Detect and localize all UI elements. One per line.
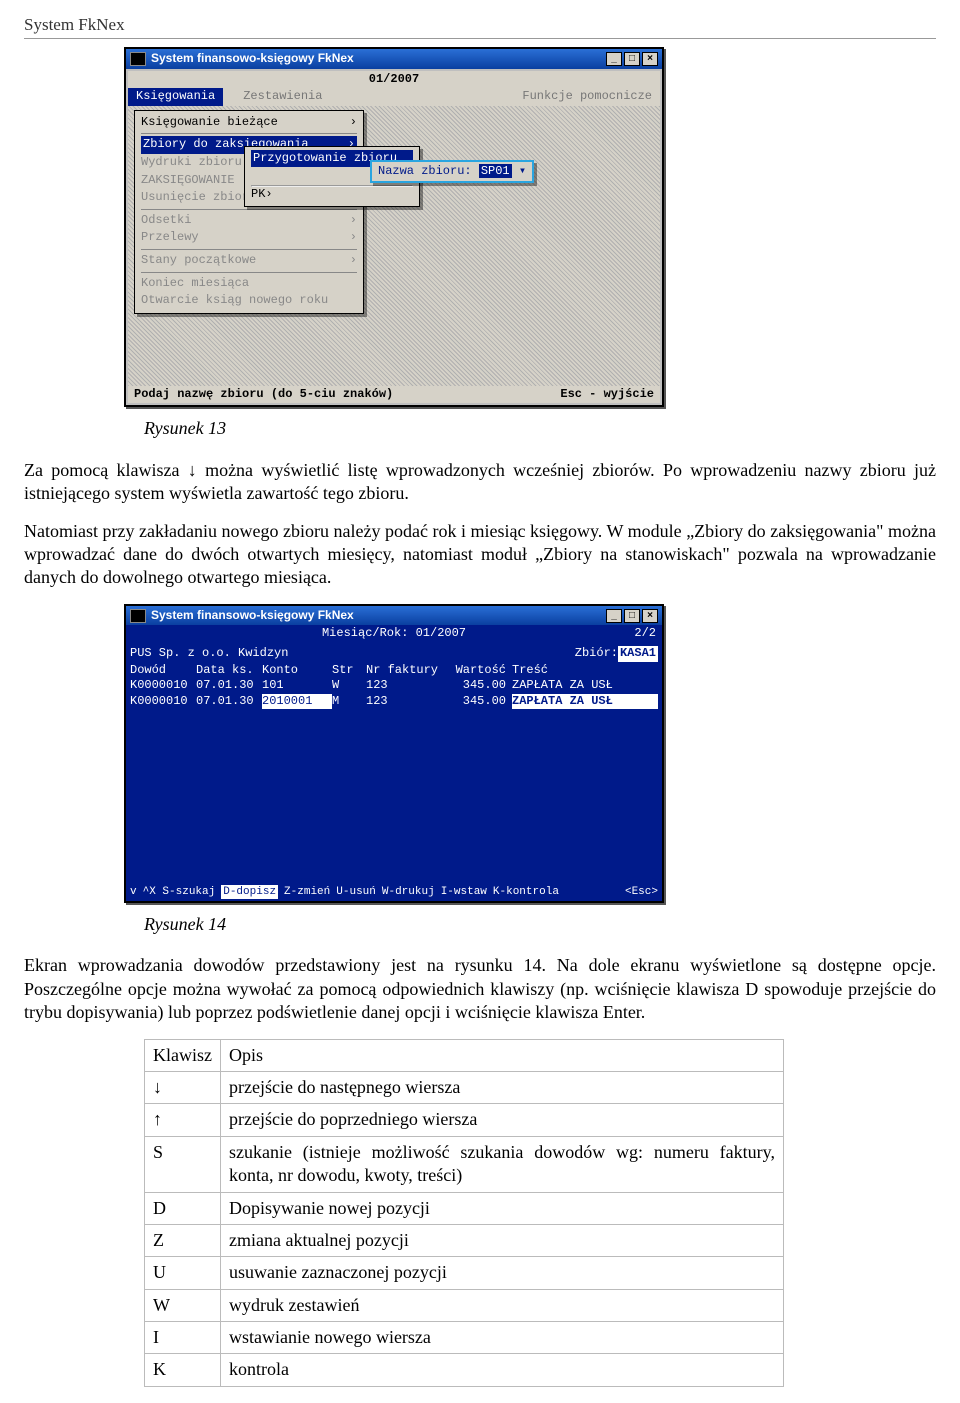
- status-right: Esc - wyjście: [560, 387, 654, 403]
- header-bar-2: Miesiąc/Rok: 01/2007 2/2: [126, 625, 662, 643]
- titlebar-1: System finansowo-księgowy FkNex _ □ ×: [126, 49, 662, 69]
- footer-opt[interactable]: U-usuń: [336, 885, 376, 899]
- menu-ksiegowania[interactable]: Księgowania: [128, 88, 223, 106]
- paragraph-3: Ekran wprowadzania dowodów przedstawiony…: [24, 954, 936, 1024]
- page-indicator: 2/2: [634, 626, 656, 642]
- table-row: Kkontrola: [145, 1354, 784, 1386]
- titlebar-2: System finansowo-księgowy FkNex _ □ ×: [126, 606, 662, 626]
- table-row[interactable]: K0000010 07.01.30 101 W 123 345.00 ZAPŁA…: [130, 678, 658, 694]
- period-bar: 01/2007: [128, 71, 660, 89]
- cmd-icon: [130, 52, 146, 66]
- table-row: Sszukanie (istnieje możliwość szukania d…: [145, 1136, 784, 1192]
- th-key: Klawisz: [145, 1039, 221, 1071]
- dos-menubar: Księgowania Zestawienia Funkcje pomocnic…: [128, 88, 660, 106]
- menu-item-dim: Wydruki zbioru: [141, 155, 242, 171]
- table-row: ↑przejście do poprzedniego wiersza: [145, 1104, 784, 1136]
- footer-opt[interactable]: K-kontrola: [493, 885, 559, 899]
- cmd-icon: [130, 609, 146, 623]
- menu-item[interactable]: Księgowanie bieżące: [141, 115, 278, 131]
- menu-item[interactable]: Stany początkowe: [141, 253, 256, 269]
- window-title-1: System finansowo-księgowy FkNex: [151, 51, 606, 67]
- zbior-input-popup: Nazwa zbioru: SP01 ▾: [370, 160, 534, 184]
- figure-14: System finansowo-księgowy FkNex _ □ × Mi…: [124, 604, 936, 903]
- main-menu-panel: Księgowanie bieżące› Zbiory do zaksięgow…: [134, 110, 364, 314]
- zbior-name-input[interactable]: SP01: [479, 164, 512, 178]
- period-label: Miesiąc/Rok: 01/2007: [322, 626, 466, 642]
- dropdown-icon[interactable]: ▾: [519, 164, 526, 178]
- footer-options: v ^X S-szukaj D-dopisz Z-zmień U-usuń W-…: [130, 885, 658, 899]
- table-row: Uusuwanie zaznaczonej pozycji: [145, 1257, 784, 1289]
- table-row: Iwstawianie nowego wiersza: [145, 1322, 784, 1354]
- table-row: ↓przejście do następnego wiersza: [145, 1071, 784, 1103]
- table-row-active[interactable]: K0000010 07.01.30 2010001 M 123 345.00 Z…: [130, 694, 658, 710]
- menu-item[interactable]: Odsetki: [141, 213, 191, 229]
- submenu-item[interactable]: PK: [251, 187, 265, 201]
- footer-opt-esc[interactable]: <Esc>: [625, 885, 658, 899]
- footer-opt[interactable]: W-drukuj: [382, 885, 435, 899]
- status-left: Podaj nazwę zbioru (do 5-ciu znaków): [134, 387, 393, 403]
- table-row: Wwydruk zestawień: [145, 1289, 784, 1321]
- maximize-icon[interactable]: □: [624, 609, 640, 623]
- paragraph-2: Natomiast przy zakładaniu nowego zbioru …: [24, 520, 936, 590]
- figure-13: System finansowo-księgowy FkNex _ □ × 01…: [124, 47, 936, 407]
- status-bar: Podaj nazwę zbioru (do 5-ciu znaków) Esc…: [128, 386, 660, 404]
- scroll-down-icon[interactable]: v: [130, 885, 137, 899]
- window-title-2: System finansowo-księgowy FkNex: [151, 608, 606, 624]
- paragraph-1: Za pomocą klawisza ↓ można wyświetlić li…: [24, 459, 936, 506]
- footer-opt[interactable]: Z-zmień: [284, 885, 330, 899]
- table-row: Zzmiana aktualnej pozycji: [145, 1224, 784, 1256]
- menu-item-dim: Usunięcie zbioru: [141, 190, 256, 206]
- th-desc: Opis: [220, 1039, 783, 1071]
- dos-window-1: System finansowo-księgowy FkNex _ □ × 01…: [124, 47, 664, 407]
- close-icon[interactable]: ×: [642, 609, 658, 623]
- table-header-row: Dowód Data ks. Konto Str Nr faktury Wart…: [130, 663, 658, 679]
- maximize-icon[interactable]: □: [624, 52, 640, 66]
- footer-opt[interactable]: ^X S-szukaj: [143, 885, 216, 899]
- caption-13: Rysunek 13: [144, 417, 936, 440]
- footer-opt[interactable]: I-wstaw: [441, 885, 487, 899]
- minimize-icon[interactable]: _: [606, 609, 622, 623]
- menu-zestawienia[interactable]: Zestawienia: [223, 88, 514, 106]
- close-icon[interactable]: ×: [642, 52, 658, 66]
- keys-table: KlawiszOpis ↓przejście do następnego wie…: [144, 1039, 784, 1387]
- menu-funkcje[interactable]: Funkcje pomocnicze: [514, 88, 660, 106]
- footer-opt-active[interactable]: D-dopisz: [221, 885, 278, 899]
- zbior-label: Zbiór:: [575, 646, 618, 662]
- minimize-icon[interactable]: _: [606, 52, 622, 66]
- dos-window-2: System finansowo-księgowy FkNex _ □ × Mi…: [124, 604, 664, 903]
- zbior-value[interactable]: KASA1: [618, 646, 658, 662]
- menu-item[interactable]: Przelewy: [141, 230, 199, 246]
- menu-item[interactable]: Otwarcie ksiąg nowego roku: [141, 293, 328, 309]
- company-name: PUS Sp. z o.o. Kwidzyn: [130, 646, 575, 662]
- input-label: Nazwa zbioru:: [378, 164, 472, 178]
- menu-item-dim: ZAKSIĘGOWANIE: [141, 173, 235, 189]
- caption-14: Rysunek 14: [144, 913, 936, 936]
- menu-item[interactable]: Koniec miesiąca: [141, 276, 249, 292]
- table-row: DDopisywanie nowej pozycji: [145, 1192, 784, 1224]
- doc-header: System FkNex: [24, 10, 936, 39]
